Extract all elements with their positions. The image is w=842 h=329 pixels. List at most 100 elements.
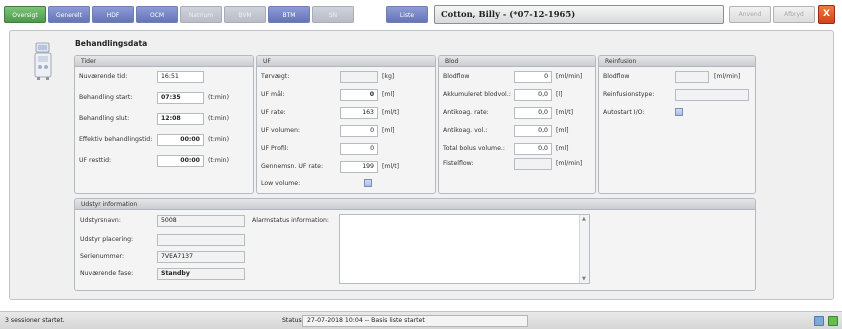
uf-rate-field: 163 [340,107,378,119]
serial-number-label: Serienummer: [80,253,125,260]
uf-profile-field: 0 [340,143,378,155]
tab-hdf[interactable]: HDF [92,6,134,23]
blood-flow-unit: [ml/min] [556,73,583,80]
uf-panel: UF Tørvægt: [kg] UF mål: 0 [ml] UF rate:… [256,55,436,194]
scroll-up-icon[interactable]: ▲ [582,216,586,222]
treatment-end-label: Behandling slut: [79,115,130,122]
effective-time-unit: (t:min) [208,136,230,143]
uf-header: UF [257,56,435,67]
reinfusion-type-label: Reinfusionstype: [603,91,655,98]
equipment-header: Udstyr information [75,199,755,210]
window-icon[interactable] [814,316,824,326]
tab-oversigt[interactable]: Oversigt [4,6,46,23]
reinfusion-header: Reinfusion [599,56,755,67]
accum-blood-field: 0,0 [514,89,552,101]
dry-weight-unit: [kg] [382,73,395,80]
uf-goal-field: 0 [340,89,378,101]
cancel-button[interactable]: Afbryd [773,6,815,23]
serial-number-field: 7VEA7137 [157,251,245,263]
treatment-end-unit: (t:min) [208,115,230,122]
uf-volume-field: 0 [340,125,378,137]
status-label: Status: [282,317,304,324]
uf-goal-unit: [ml] [382,91,395,98]
reinfusion-type-field [675,89,749,101]
current-phase-field: Standby [157,268,245,280]
tab-btm[interactable]: BTM [268,6,310,23]
autostart-checkbox[interactable] [675,108,683,116]
uf-goal-label: UF mål: [261,91,285,98]
top-toolbar: Oversigt Generelt HDF OCM Natrium BVM BT… [0,0,842,29]
alarm-scrollbar[interactable]: ▲ ▼ [579,215,589,283]
reinfusion-panel: Reinfusion Blodflow [ml/min] Reinfusions… [598,55,756,194]
blood-flow-label: Blodflow [443,73,470,80]
current-time-field: 16:51 [157,71,204,83]
bolus-volume-label: Total bolus volume.: [443,145,505,152]
alarm-status-label: Alarmstatus information: [252,217,329,224]
reinfusion-bloodflow-field [675,71,709,83]
uf-rate-unit: [ml/t] [382,109,400,116]
dialysis-machine-icon [34,42,52,80]
blod-header: Blod [439,56,595,67]
autostart-label: Autostart I/O: [603,109,645,116]
low-volume-checkbox[interactable] [364,179,372,187]
fistula-flow-label: Fistelflow: [443,160,474,167]
alarm-status-textarea[interactable]: ▲ ▼ [339,214,590,284]
uf-volume-unit: [ml] [382,127,395,134]
treatment-start-field: 07:35 [157,92,204,104]
close-button[interactable]: X [818,5,835,24]
sessions-message: 3 sessioner startet. [5,317,65,324]
bolus-volume-unit: [ml] [556,145,569,152]
tab-ocm[interactable]: OCM [136,6,178,23]
anticoag-vol-unit: [ml] [556,127,569,134]
tab-sn[interactable]: SN [312,6,354,23]
reinfusion-bloodflow-unit: [ml/min] [714,73,741,80]
device-location-field [157,234,245,246]
uf-remaining-label: UF resttid: [79,157,112,164]
avg-uf-rate-label: Gennemsn. UF rate: [261,163,324,170]
current-time-label: Nuværende tid: [79,73,128,80]
status-text: 27-07-2018 10:04 -- Basis liste startet [302,315,528,327]
status-bar: 3 sessioner startet. Status: 27-07-2018 … [0,311,842,329]
tab-liste[interactable]: Liste [386,6,428,23]
effective-time-label: Effektiv behandlingstid: [79,136,153,143]
treatment-start-unit: (t:min) [208,94,230,101]
device-name-field: 5008 [157,215,245,227]
uf-remaining-field: 00:00 [157,155,204,167]
tab-bvm[interactable]: BVM [224,6,266,23]
patient-name-bar: Cotton, Billy - (*07-12-1965) [434,5,724,24]
device-name-label: Udstyrsnavn: [80,217,121,224]
device-location-label: Udstyr placering: [80,236,134,243]
tab-natrium[interactable]: Natrium [180,6,222,23]
uf-profile-label: UF Profil: [261,145,289,152]
fistula-flow-unit: [ml/min] [556,160,583,167]
treatment-end-field: 12:08 [157,113,204,125]
anticoag-vol-field: 0,0 [514,125,552,137]
scroll-down-icon[interactable]: ▼ [582,276,586,282]
tab-generelt[interactable]: Generelt [48,6,90,23]
uf-remaining-unit: (t:min) [208,157,230,164]
avg-uf-rate-field: 199 [340,161,378,173]
page-title: Behandlingsdata [75,39,148,48]
treatment-start-label: Behandling start: [79,94,133,101]
anticoag-rate-field: 0,0 [514,107,552,119]
effective-time-field: 00:00 [157,134,204,146]
dry-weight-field [340,71,378,83]
avg-uf-rate-unit: [ml/t] [382,163,400,170]
anticoag-vol-label: Antikoag. vol.: [443,127,488,134]
apply-button[interactable]: Anvend [729,6,771,23]
current-phase-label: Nuværende fase: [80,270,134,277]
bolus-volume-field: 0,0 [514,143,552,155]
tider-header: Tider [75,56,253,67]
uf-volume-label: UF volumen: [261,127,300,134]
connection-status-icon [828,316,838,326]
dry-weight-label: Tørvægt: [261,73,290,80]
accum-blood-unit: [l] [556,91,563,98]
low-volume-label: Low volume: [261,180,301,187]
anticoag-rate-label: Antikoag. rate: [443,109,489,116]
accum-blood-label: Akkumuleret blodvol.: [443,91,511,98]
blood-flow-field: 0 [514,71,552,83]
tider-panel: Tider Nuværende tid: 16:51 Behandling st… [74,55,254,194]
reinfusion-bloodflow-label: Blodflow [603,73,630,80]
anticoag-rate-unit: [ml/t] [556,109,574,116]
uf-rate-label: UF rate: [261,109,286,116]
